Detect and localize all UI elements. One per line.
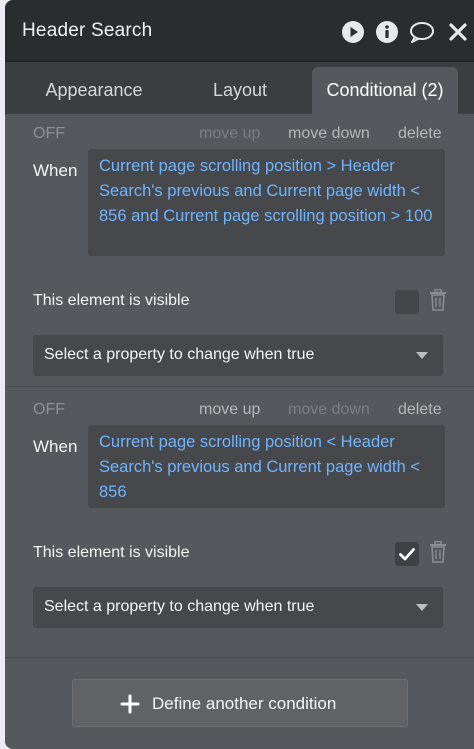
play-icon[interactable] (341, 20, 365, 44)
condition-expression[interactable]: Current page scrolling position < Header… (88, 425, 445, 508)
condition-card: OFF move up move down delete When Curren… (5, 114, 474, 386)
property-select[interactable]: Select a property to change when true (33, 335, 443, 376)
title-bar: Header Search (5, 0, 474, 62)
info-icon[interactable] (375, 20, 399, 44)
chevron-down-icon (416, 604, 428, 611)
move-up-link[interactable]: move up (199, 401, 260, 419)
trash-icon[interactable] (429, 289, 447, 311)
tab-layout[interactable]: Layout (185, 67, 295, 114)
condition-state: OFF (33, 401, 65, 418)
move-up-link[interactable]: move up (199, 125, 260, 143)
when-label: When (33, 161, 78, 180)
visible-checkbox[interactable] (395, 542, 419, 566)
comment-icon[interactable] (409, 20, 435, 44)
tab-bar: Appearance Layout Conditional (2) (5, 62, 474, 114)
divider (5, 657, 474, 658)
when-label: When (33, 437, 78, 456)
move-down-link[interactable]: move down (288, 401, 370, 419)
define-condition-label: Define another condition (152, 694, 337, 713)
property-select[interactable]: Select a property to change when true (33, 587, 443, 628)
checkmark-icon (399, 548, 415, 561)
condition-actions-row: OFF move up move down delete (5, 125, 474, 151)
move-down-link[interactable]: move down (288, 125, 370, 143)
close-icon[interactable] (446, 20, 470, 44)
delete-link[interactable]: delete (398, 401, 442, 419)
conditional-content: OFF move up move down delete When Curren… (5, 114, 474, 749)
tab-conditional[interactable]: Conditional (2) (312, 67, 458, 114)
condition-state: OFF (33, 125, 65, 142)
condition-expression[interactable]: Current page scrolling position > Header… (88, 149, 445, 256)
tab-appearance[interactable]: Appearance (24, 67, 164, 114)
condition-card: OFF move up move down delete When Curren… (5, 387, 474, 657)
select-placeholder: Select a property to change when true (44, 346, 315, 363)
property-label: This element is visible (33, 292, 190, 309)
plus-icon (120, 694, 140, 714)
property-label: This element is visible (33, 544, 190, 561)
chevron-down-icon (416, 352, 428, 359)
trash-icon[interactable] (429, 541, 447, 563)
property-editor-panel: Header Search Appearance Layout Conditio… (5, 0, 474, 749)
visible-checkbox[interactable] (395, 290, 419, 314)
condition-actions-row: OFF move up move down delete (5, 401, 474, 427)
element-title: Header Search (22, 20, 153, 41)
define-condition-button[interactable]: Define another condition (72, 679, 408, 727)
select-placeholder: Select a property to change when true (44, 598, 315, 615)
delete-link[interactable]: delete (398, 125, 442, 143)
